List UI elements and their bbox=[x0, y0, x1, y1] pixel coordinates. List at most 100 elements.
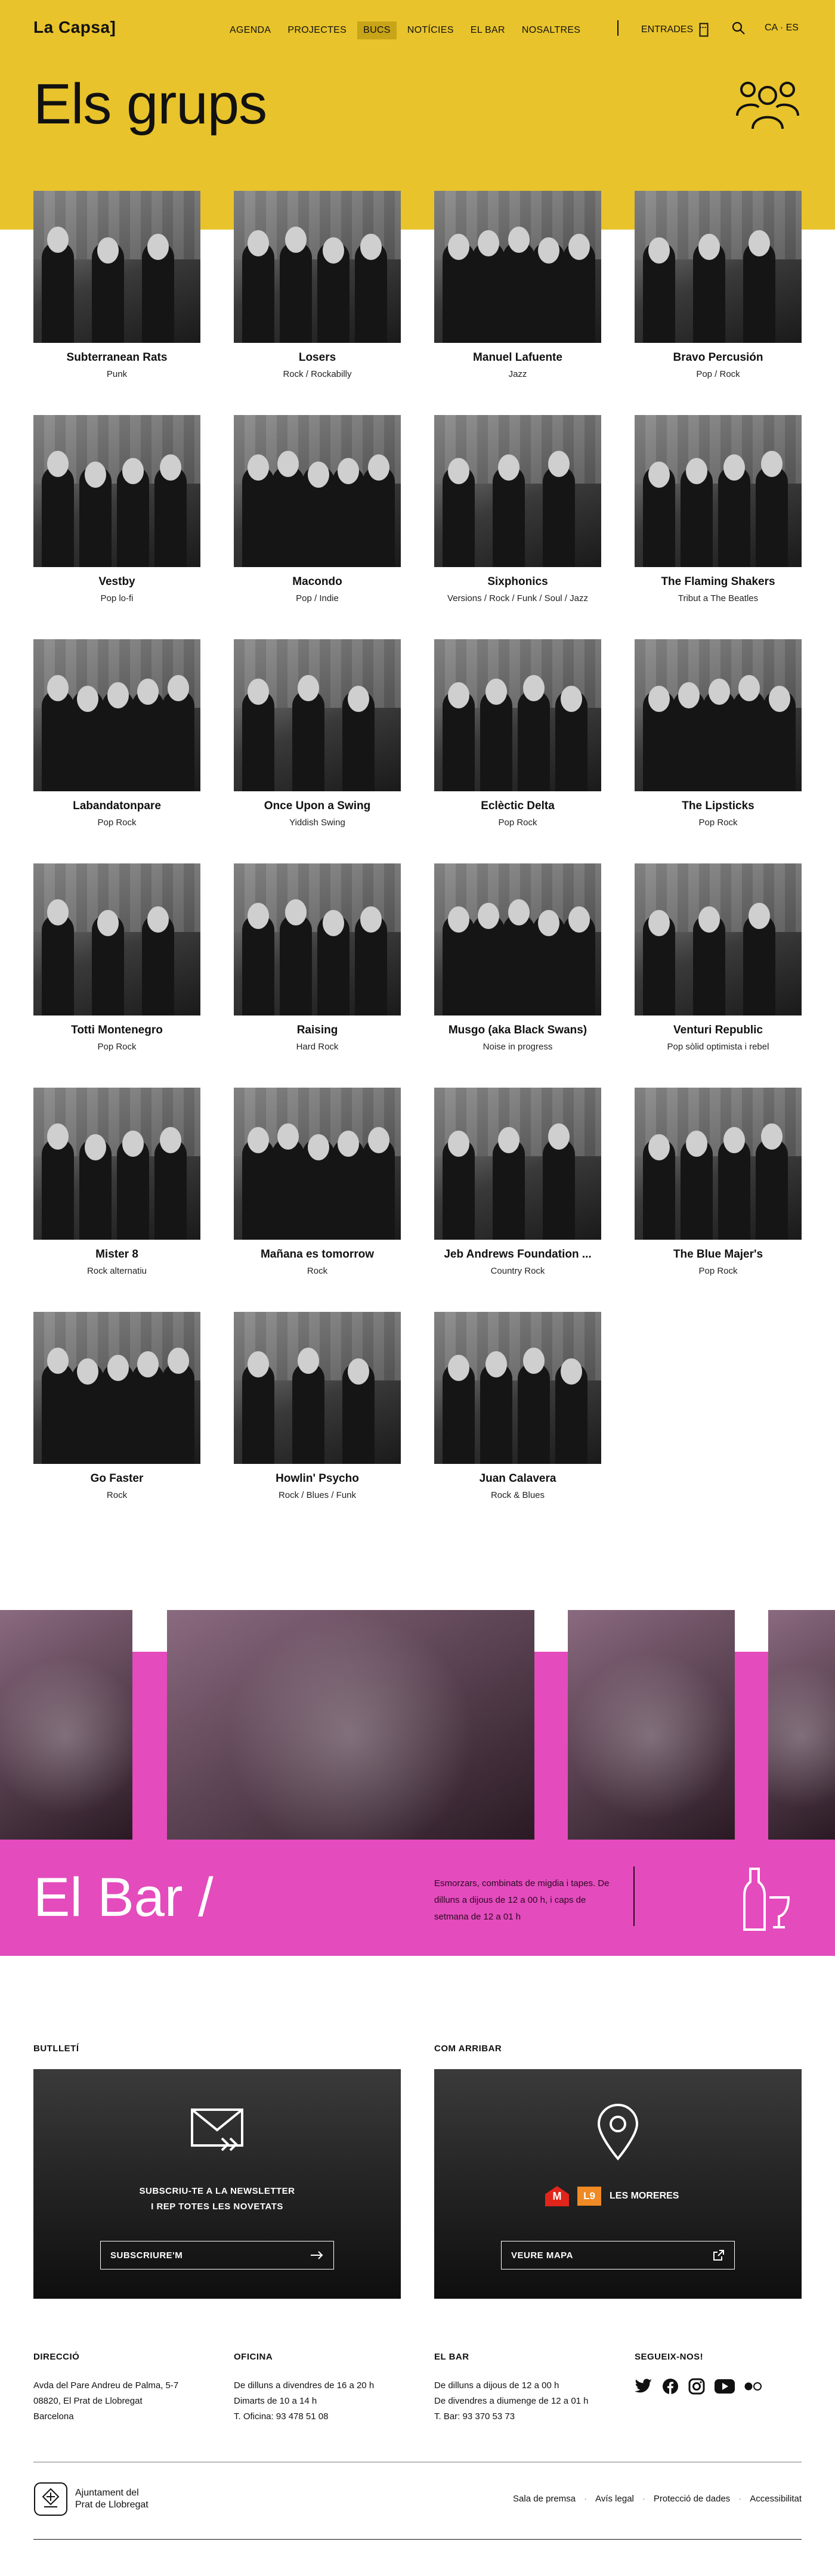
photo-figure bbox=[154, 466, 187, 567]
group-card[interactable]: Juan Calavera Rock & Blues bbox=[434, 1312, 601, 1527]
metro-stop: LES MORERES bbox=[610, 2191, 679, 2201]
group-photo[interactable] bbox=[635, 415, 802, 567]
group-card[interactable]: Eclèctic Delta Pop Rock bbox=[434, 639, 601, 854]
photo-figure-head bbox=[47, 899, 69, 925]
group-card[interactable]: Macondo Pop / Indie bbox=[234, 415, 401, 630]
group-photo[interactable] bbox=[635, 639, 802, 791]
group-photo[interactable] bbox=[234, 191, 401, 343]
group-name[interactable]: Once Upon a Swing bbox=[234, 800, 401, 813]
group-photo[interactable] bbox=[635, 191, 802, 343]
group-photo[interactable] bbox=[234, 639, 401, 791]
group-name[interactable]: Mister 8 bbox=[33, 1248, 200, 1261]
group-name[interactable]: Totti Montenegro bbox=[33, 1024, 200, 1037]
group-photo[interactable] bbox=[33, 415, 200, 567]
group-card[interactable]: Mañana es tomorrow Rock bbox=[234, 1088, 401, 1302]
legal-link-press[interactable]: Sala de premsa bbox=[513, 2494, 576, 2504]
group-photo[interactable] bbox=[434, 415, 601, 567]
group-card[interactable]: Go Faster Rock bbox=[33, 1312, 200, 1527]
group-photo[interactable] bbox=[234, 415, 401, 567]
group-name[interactable]: Venturi Republic bbox=[635, 1024, 802, 1037]
tickets-link[interactable]: ENTRADES bbox=[641, 23, 709, 37]
group-card[interactable]: Bravo Percusión Pop / Rock bbox=[635, 191, 802, 405]
group-photo[interactable] bbox=[33, 639, 200, 791]
group-name[interactable]: The Blue Majer's bbox=[635, 1248, 802, 1261]
group-photo[interactable] bbox=[635, 1088, 802, 1240]
group-name[interactable]: Sixphonics bbox=[434, 575, 601, 589]
group-photo[interactable] bbox=[234, 1088, 401, 1240]
group-photo[interactable] bbox=[33, 1088, 200, 1240]
group-name[interactable]: Vestby bbox=[33, 575, 200, 589]
facebook-icon[interactable] bbox=[662, 2378, 679, 2395]
group-card[interactable]: Labandatonpare Pop Rock bbox=[33, 639, 200, 854]
subscribe-button[interactable]: SUBSCRIURE'M bbox=[100, 2241, 334, 2270]
group-photo[interactable] bbox=[33, 191, 200, 343]
group-card[interactable]: Jeb Andrews Foundation ... Country Rock bbox=[434, 1088, 601, 1302]
group-photo[interactable] bbox=[434, 639, 601, 791]
group-name[interactable]: Eclèctic Delta bbox=[434, 800, 601, 813]
group-name[interactable]: Juan Calavera bbox=[434, 1472, 601, 1485]
twitter-icon[interactable] bbox=[635, 2379, 652, 2394]
instagram-icon[interactable] bbox=[688, 2378, 705, 2395]
nav-bucs[interactable]: BUCS bbox=[357, 21, 397, 39]
nav-noticies[interactable]: NOTÍCIES bbox=[401, 21, 460, 39]
group-card[interactable]: The Lipsticks Pop Rock bbox=[635, 639, 802, 854]
nav-agenda[interactable]: AGENDA bbox=[224, 21, 277, 39]
nav-nosaltres[interactable]: NOSALTRES bbox=[516, 21, 586, 39]
lang-es[interactable]: ES bbox=[786, 23, 799, 33]
group-card[interactable]: The Blue Majer's Pop Rock bbox=[635, 1088, 802, 1302]
flickr-icon[interactable] bbox=[744, 2382, 762, 2391]
nav-projectes[interactable]: PROJECTES bbox=[282, 21, 352, 39]
group-name[interactable]: Labandatonpare bbox=[33, 800, 200, 813]
footer-bar-phone[interactable]: T. Bar: 93 370 53 73 bbox=[434, 2409, 589, 2425]
youtube-icon[interactable] bbox=[715, 2379, 735, 2394]
group-name[interactable]: Bravo Percusión bbox=[635, 351, 802, 364]
group-name[interactable]: Losers bbox=[234, 351, 401, 364]
group-card[interactable]: Raising Hard Rock bbox=[234, 863, 401, 1078]
group-name[interactable]: Mañana es tomorrow bbox=[234, 1248, 401, 1261]
group-name[interactable]: Macondo bbox=[234, 575, 401, 589]
council-logo[interactable]: Ajuntament del Prat de Llobregat bbox=[33, 2482, 149, 2516]
group-photo[interactable] bbox=[635, 863, 802, 1015]
photo-figure-head bbox=[523, 1348, 545, 1374]
photo-figure-head bbox=[338, 458, 360, 484]
group-name[interactable]: The Flaming Shakers bbox=[635, 575, 802, 589]
group-name[interactable]: Musgo (aka Black Swans) bbox=[434, 1024, 601, 1037]
group-card[interactable]: Manuel Lafuente Jazz bbox=[434, 191, 601, 405]
group-card[interactable]: Vestby Pop lo-fi bbox=[33, 415, 200, 630]
group-name[interactable]: Jeb Andrews Foundation ... bbox=[434, 1248, 601, 1261]
site-logo[interactable]: La Capsa] bbox=[33, 18, 116, 37]
lang-ca[interactable]: CA bbox=[765, 23, 777, 33]
legal-link-legal-notice[interactable]: Avís legal bbox=[595, 2494, 634, 2504]
group-photo[interactable] bbox=[33, 863, 200, 1015]
bar-banner[interactable]: El Bar / Esmorzars, combinats de migdia … bbox=[0, 1610, 835, 1956]
group-photo[interactable] bbox=[33, 1312, 200, 1464]
group-name[interactable]: The Lipsticks bbox=[635, 800, 802, 813]
group-card[interactable]: Totti Montenegro Pop Rock bbox=[33, 863, 200, 1078]
group-card[interactable]: Losers Rock / Rockabilly bbox=[234, 191, 401, 405]
group-card[interactable]: Howlin' Psycho Rock / Blues / Funk bbox=[234, 1312, 401, 1527]
group-photo[interactable] bbox=[234, 1312, 401, 1464]
group-card[interactable]: The Flaming Shakers Tribut a The Beatles bbox=[635, 415, 802, 630]
group-photo[interactable] bbox=[434, 191, 601, 343]
group-card[interactable]: Musgo (aka Black Swans) Noise in progress bbox=[434, 863, 601, 1078]
group-name[interactable]: Raising bbox=[234, 1024, 401, 1037]
group-card[interactable]: Sixphonics Versions / Rock / Funk / Soul … bbox=[434, 415, 601, 630]
group-photo[interactable] bbox=[434, 1088, 601, 1240]
legal-link-data-protection[interactable]: Protecció de dades bbox=[654, 2494, 730, 2504]
group-photo[interactable] bbox=[234, 863, 401, 1015]
group-card[interactable]: Subterranean Rats Punk bbox=[33, 191, 200, 405]
group-photo[interactable] bbox=[434, 863, 601, 1015]
group-card[interactable]: Venturi Republic Pop sòlid optimista i re… bbox=[635, 863, 802, 1078]
group-name[interactable]: Subterranean Rats bbox=[33, 351, 200, 364]
footer-office-phone[interactable]: T. Oficina: 93 478 51 08 bbox=[234, 2409, 374, 2425]
group-name[interactable]: Howlin' Psycho bbox=[234, 1472, 401, 1485]
legal-link-accessibility[interactable]: Accessibilitat bbox=[750, 2494, 802, 2504]
group-name[interactable]: Go Faster bbox=[33, 1472, 200, 1485]
search-icon[interactable] bbox=[731, 20, 746, 36]
group-photo[interactable] bbox=[434, 1312, 601, 1464]
group-name[interactable]: Manuel Lafuente bbox=[434, 351, 601, 364]
nav-el-bar[interactable]: EL BAR bbox=[465, 21, 511, 39]
group-card[interactable]: Once Upon a Swing Yiddish Swing bbox=[234, 639, 401, 854]
group-card[interactable]: Mister 8 Rock alternatiu bbox=[33, 1088, 200, 1302]
view-map-button[interactable]: VEURE MAPA bbox=[501, 2241, 735, 2270]
